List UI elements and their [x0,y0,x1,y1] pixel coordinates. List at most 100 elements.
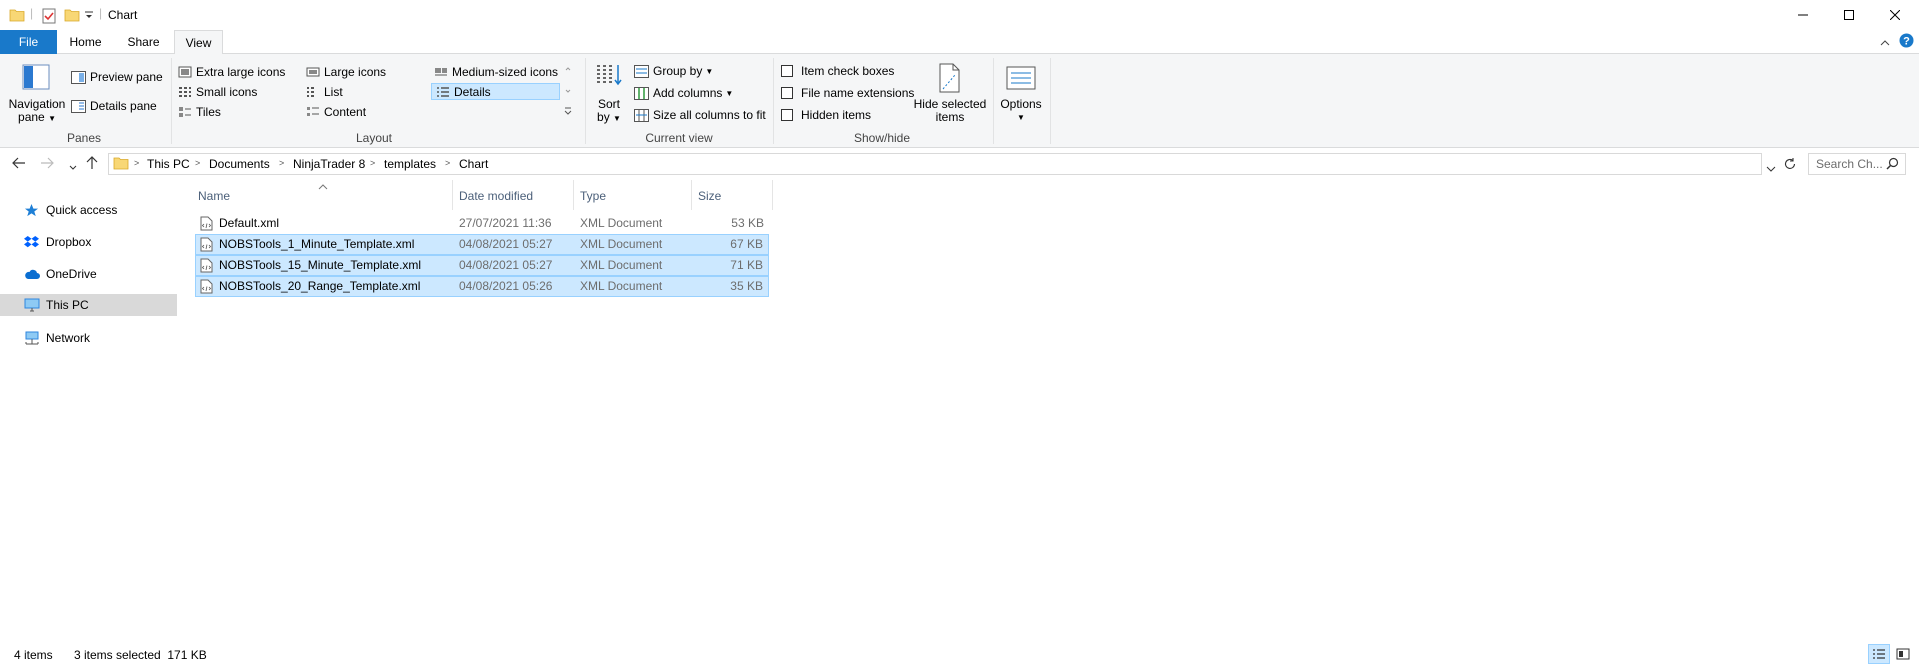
column-divider[interactable] [691,180,692,210]
column-header-size[interactable]: Size [698,189,721,203]
customize-toolbar-icon[interactable] [84,9,94,23]
item-count: 4 items [14,648,53,662]
layout-medium-icons[interactable]: Medium-sized icons [434,65,558,79]
back-arrow-icon[interactable] [12,157,26,172]
column-divider[interactable] [452,180,453,210]
column-header-name[interactable]: Name [198,189,230,203]
breadcrumb-templates[interactable]: templates [384,157,436,171]
file-row[interactable]: Default.xml 27/07/2021 11:36 XML Documen… [195,213,769,234]
group-by-button[interactable]: Group by ▼ [634,64,713,78]
breadcrumb-documents[interactable]: Documents [209,157,270,171]
item-check-boxes-toggle[interactable]: Item check boxes [781,64,894,78]
navigation-pane-button[interactable] [22,64,54,90]
search-icon[interactable] [1886,157,1899,173]
file-row[interactable]: NOBSTools_20_Range_Template.xml 04/08/20… [195,276,769,297]
checkbox[interactable] [781,109,793,121]
xml-file-icon [200,216,213,231]
checkbox[interactable] [781,87,793,99]
nav-item-network[interactable]: Network [0,327,177,349]
list-label: List [324,85,343,99]
help-icon[interactable]: ? [1899,33,1914,51]
options-button[interactable] [1006,66,1040,90]
nav-item-quick-access[interactable]: Quick access [0,199,177,221]
dropbox-icon [24,235,39,248]
cloud-icon [25,269,40,279]
column-divider[interactable] [573,180,574,210]
layout-extra-large-icons[interactable]: Extra large icons [178,65,285,79]
preview-pane-button[interactable]: Preview pane [71,70,163,84]
file-date: 04/08/2021 05:27 [459,258,553,272]
new-folder-icon[interactable] [64,8,80,25]
xml-file-icon [200,279,213,294]
breadcrumb-separator-icon[interactable]: > [134,158,139,168]
sort-by-button[interactable] [595,62,629,92]
dropdown-arrow-icon: ▼ [725,88,734,98]
minimize-button[interactable] [1780,0,1826,30]
title-bar: | | Chart [0,0,1919,30]
item-check-boxes-label: Item check boxes [801,64,895,78]
layout-small-icons[interactable]: Small icons [178,85,257,99]
address-dropdown-icon[interactable] [1766,161,1776,175]
layout-tiles[interactable]: Tiles [178,105,221,119]
sort-by-label[interactable]: Sort by ▼ [594,98,624,125]
tab-file[interactable]: File [0,30,57,54]
medium-icons-label: Medium-sized icons [452,65,559,79]
hide-selected-items-label[interactable]: Hide selected items [911,98,989,124]
show-hide-group-label: Show/hide [853,131,911,145]
status-bar: 4 items 3 items selected 171 KB [0,643,1919,666]
hidden-items-toggle[interactable]: Hidden items [781,108,871,122]
folder-icon [9,8,25,25]
nav-item-dropbox[interactable]: Dropbox [0,231,177,253]
large-icons-view-button[interactable] [1892,644,1914,664]
size-all-columns-button[interactable]: Size all columns to fit [634,108,766,122]
hide-selected-items-button[interactable] [937,63,965,93]
panes-group-label: Panes [66,131,102,145]
checkbox[interactable] [781,65,793,77]
nav-item-this-pc[interactable]: This PC [0,294,177,316]
column-header-date-modified[interactable]: Date modified [459,189,533,203]
xml-file-icon [200,237,213,252]
file-row[interactable]: NOBSTools_15_Minute_Template.xml 04/08/2… [195,255,769,276]
nav-item-onedrive[interactable]: OneDrive [0,263,177,285]
breadcrumb-this-pc[interactable]: This PC [147,157,190,171]
layout-list[interactable]: List [306,85,343,99]
breadcrumb-separator-icon[interactable]: > [370,158,375,168]
column-divider[interactable] [772,180,773,210]
breadcrumb-chart[interactable]: Chart [459,157,488,171]
details-pane-button[interactable]: Details pane [71,99,157,113]
layout-details[interactable]: Details [436,85,491,99]
forward-arrow-icon[interactable] [40,157,54,172]
file-type: XML Document [580,237,663,251]
details-view-button[interactable] [1868,644,1890,664]
file-row[interactable]: NOBSTools_1_Minute_Template.xml 04/08/20… [195,234,769,255]
recent-locations-icon[interactable] [69,160,77,174]
tab-view[interactable]: View [174,30,223,55]
up-arrow-icon[interactable] [86,156,98,173]
options-label[interactable]: Options ▼ [996,98,1046,124]
navigation-pane-line2-text: pane [18,110,45,124]
tab-share[interactable]: Share [113,30,174,54]
layout-large-icons[interactable]: Large icons [306,65,386,79]
breadcrumb-separator-icon[interactable]: > [195,158,200,168]
close-button[interactable] [1872,0,1918,30]
maximize-button[interactable] [1826,0,1872,30]
breadcrumb-separator-icon[interactable]: > [279,158,284,168]
column-header-type[interactable]: Type [580,189,606,203]
nav-item-label: Network [46,331,91,345]
navigation-pane-label[interactable]: Navigation pane ▼ [6,98,68,125]
collapse-ribbon-icon[interactable] [1880,36,1890,50]
properties-icon[interactable] [42,8,56,27]
hide-selected-line2: items [935,110,965,124]
file-name-extensions-toggle[interactable]: File name extensions [781,86,914,100]
layout-content[interactable]: Content [306,105,366,119]
tab-home[interactable]: Home [60,30,111,54]
refresh-icon[interactable] [1783,157,1797,174]
file-name: Default.xml [219,216,280,230]
breadcrumb-separator-icon[interactable]: > [445,158,450,168]
layout-scrollbar[interactable] [563,62,573,122]
add-columns-button[interactable]: Add columns ▼ [634,86,733,100]
small-icons-label: Small icons [196,85,258,99]
breadcrumb-ninjatrader-8[interactable]: NinjaTrader 8 [293,157,365,171]
file-date: 27/07/2021 11:36 [459,216,552,230]
nav-item-label: Dropbox [46,235,92,249]
